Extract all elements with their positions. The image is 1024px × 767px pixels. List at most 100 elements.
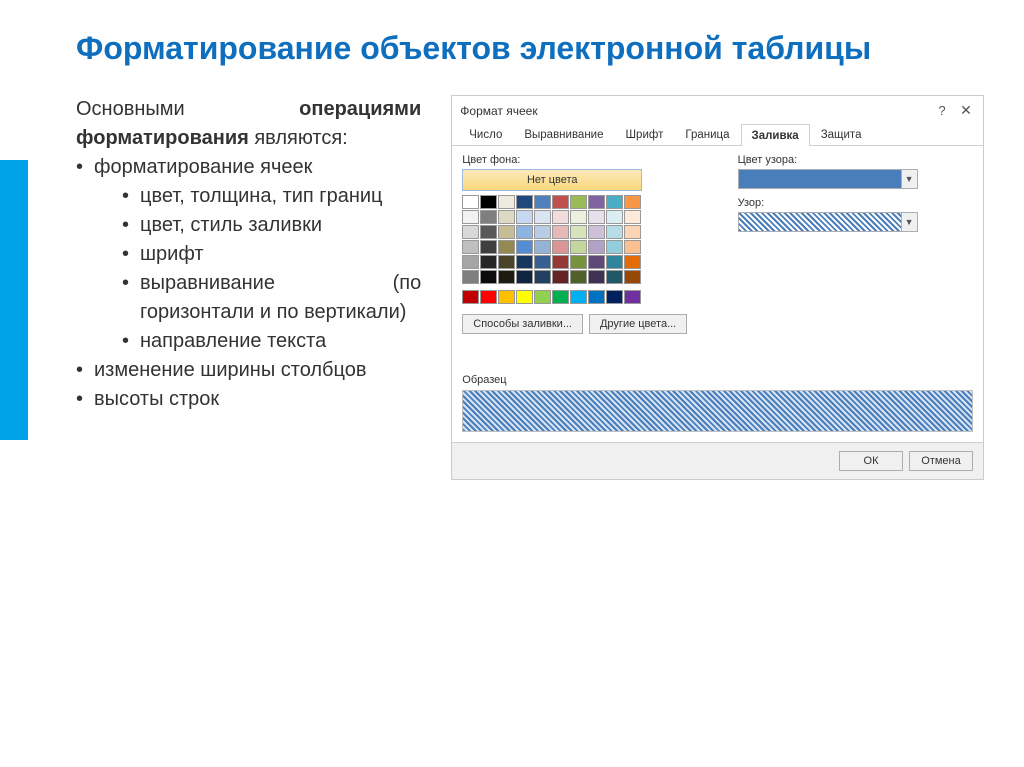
pattern-label: Узор:: [738, 197, 973, 209]
chevron-down-icon: ▼: [901, 213, 917, 231]
color-swatch[interactable]: [570, 225, 587, 239]
color-swatch[interactable]: [624, 290, 641, 304]
color-swatch[interactable]: [480, 225, 497, 239]
color-swatch[interactable]: [534, 290, 551, 304]
color-swatch[interactable]: [534, 240, 551, 254]
color-swatch[interactable]: [624, 270, 641, 284]
color-swatch[interactable]: [570, 195, 587, 209]
color-swatch[interactable]: [606, 240, 623, 254]
color-swatch[interactable]: [606, 255, 623, 269]
dialog-tabs: Число Выравнивание Шрифт Граница Заливка…: [452, 123, 983, 146]
color-swatch[interactable]: [570, 270, 587, 284]
color-palette: [462, 195, 697, 304]
color-swatch[interactable]: [480, 240, 497, 254]
color-swatch[interactable]: [588, 255, 605, 269]
content-row: Основными операциями форматирования явля…: [76, 95, 984, 480]
color-swatch[interactable]: [516, 290, 533, 304]
dialog-body: Цвет фона: Нет цвета Способы заливки... …: [452, 146, 983, 442]
color-swatch[interactable]: [552, 210, 569, 224]
color-swatch[interactable]: [462, 270, 479, 284]
color-swatch[interactable]: [534, 195, 551, 209]
pattern-select[interactable]: ▼: [738, 212, 918, 232]
color-swatch[interactable]: [624, 210, 641, 224]
bullet-2: изменение ширины столбцов: [76, 356, 421, 385]
fill-methods-button[interactable]: Способы заливки...: [462, 314, 583, 334]
color-swatch[interactable]: [498, 225, 515, 239]
color-swatch[interactable]: [570, 255, 587, 269]
color-swatch[interactable]: [516, 225, 533, 239]
close-icon[interactable]: ✕: [957, 102, 975, 119]
tab-fill[interactable]: Заливка: [741, 124, 810, 146]
text-column: Основными операциями форматирования явля…: [76, 95, 421, 414]
color-swatch[interactable]: [624, 255, 641, 269]
color-swatch[interactable]: [588, 225, 605, 239]
color-swatch[interactable]: [588, 240, 605, 254]
color-swatch[interactable]: [570, 290, 587, 304]
color-swatch[interactable]: [462, 195, 479, 209]
bullet-3: высоты строк: [76, 385, 421, 414]
color-swatch[interactable]: [462, 210, 479, 224]
color-swatch[interactable]: [516, 240, 533, 254]
color-swatch[interactable]: [570, 240, 587, 254]
color-swatch[interactable]: [552, 240, 569, 254]
color-swatch[interactable]: [480, 210, 497, 224]
color-swatch[interactable]: [606, 225, 623, 239]
color-swatch[interactable]: [498, 195, 515, 209]
color-swatch[interactable]: [462, 255, 479, 269]
other-colors-button[interactable]: Другие цвета...: [589, 314, 687, 334]
color-swatch[interactable]: [498, 255, 515, 269]
color-swatch[interactable]: [624, 240, 641, 254]
color-swatch[interactable]: [588, 270, 605, 284]
color-swatch[interactable]: [606, 290, 623, 304]
sample-preview: [462, 390, 973, 432]
color-swatch[interactable]: [588, 195, 605, 209]
color-swatch[interactable]: [516, 255, 533, 269]
intro-text: Основными операциями форматирования явля…: [76, 95, 421, 153]
color-swatch[interactable]: [606, 210, 623, 224]
tab-alignment[interactable]: Выравнивание: [513, 123, 614, 145]
color-swatch[interactable]: [534, 225, 551, 239]
color-swatch[interactable]: [552, 255, 569, 269]
color-swatch[interactable]: [552, 195, 569, 209]
ok-button[interactable]: ОК: [839, 451, 903, 471]
color-swatch[interactable]: [516, 210, 533, 224]
color-swatch[interactable]: [534, 255, 551, 269]
slide-title: Форматирование объектов электронной табл…: [76, 30, 984, 67]
color-swatch[interactable]: [480, 290, 497, 304]
tab-border[interactable]: Граница: [674, 123, 740, 145]
bullet-list: форматирование ячеек цвет, толщина, тип …: [76, 153, 421, 414]
help-icon[interactable]: ?: [933, 103, 951, 118]
color-swatch[interactable]: [462, 290, 479, 304]
color-swatch[interactable]: [624, 225, 641, 239]
tab-protection[interactable]: Защита: [810, 123, 873, 145]
color-swatch[interactable]: [624, 195, 641, 209]
sub-item: выравнивание (по горизонтали и по вертик…: [122, 269, 421, 327]
color-swatch[interactable]: [480, 195, 497, 209]
color-swatch[interactable]: [606, 270, 623, 284]
color-swatch[interactable]: [462, 240, 479, 254]
color-swatch[interactable]: [534, 210, 551, 224]
color-swatch[interactable]: [552, 225, 569, 239]
color-swatch[interactable]: [498, 240, 515, 254]
color-swatch[interactable]: [462, 225, 479, 239]
tab-font[interactable]: Шрифт: [615, 123, 675, 145]
color-swatch[interactable]: [498, 290, 515, 304]
color-swatch[interactable]: [480, 270, 497, 284]
color-swatch[interactable]: [498, 270, 515, 284]
cancel-button[interactable]: Отмена: [909, 451, 973, 471]
color-swatch[interactable]: [570, 210, 587, 224]
color-swatch[interactable]: [516, 270, 533, 284]
no-color-button[interactable]: Нет цвета: [462, 169, 642, 191]
color-swatch[interactable]: [588, 210, 605, 224]
bgcolor-column: Цвет фона: Нет цвета Способы заливки... …: [462, 154, 697, 334]
color-swatch[interactable]: [498, 210, 515, 224]
color-swatch[interactable]: [516, 195, 533, 209]
color-swatch[interactable]: [480, 255, 497, 269]
tab-number[interactable]: Число: [458, 123, 513, 145]
color-swatch[interactable]: [534, 270, 551, 284]
color-swatch[interactable]: [552, 290, 569, 304]
color-swatch[interactable]: [588, 290, 605, 304]
color-swatch[interactable]: [552, 270, 569, 284]
color-swatch[interactable]: [606, 195, 623, 209]
pattern-color-select[interactable]: ▼: [738, 169, 918, 189]
